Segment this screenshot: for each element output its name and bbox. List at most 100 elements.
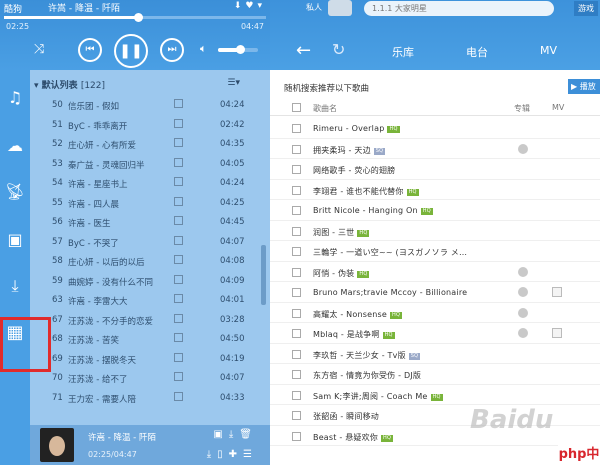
volume-slider[interactable] (218, 45, 258, 54)
song-checkbox[interactable] (292, 349, 301, 359)
album-disc-icon[interactable] (518, 307, 528, 318)
song-checkbox[interactable] (292, 247, 301, 256)
search-input[interactable] (364, 1, 554, 16)
mv-icon[interactable] (174, 157, 183, 167)
song-checkbox[interactable] (292, 288, 301, 297)
song-row[interactable]: 润图 - 三世 HQ (270, 221, 600, 241)
song-checkbox[interactable] (292, 206, 301, 215)
music-note-icon[interactable]: ♫ (0, 88, 30, 107)
song-checkbox[interactable] (292, 124, 301, 133)
next-button[interactable]: ⏭ (160, 38, 184, 62)
user-label[interactable]: 私人 (306, 2, 322, 13)
pause-button[interactable]: ❚❚ (114, 34, 148, 68)
song-checkbox[interactable] (292, 411, 301, 420)
song-row[interactable]: 高耀太 - Nonsense HQ (270, 303, 600, 323)
song-row[interactable]: Sam K;李讲;周阅 - Coach Me HQ (270, 385, 600, 405)
song-row[interactable]: 网络歌手 - 荧心的翅膀 (270, 159, 600, 180)
album-art[interactable] (40, 428, 74, 462)
download-icon[interactable]: ⤓ (0, 276, 30, 296)
mv-icon[interactable] (174, 177, 183, 186)
mv-film-icon[interactable] (552, 328, 562, 338)
playlist-row[interactable]: 69 汪苏泷 - 摆脱冬天 04:19 (30, 349, 262, 369)
playlist-row[interactable]: 53 秦广益 - 灵魂回归半 04:05 (30, 154, 262, 174)
song-checkbox[interactable] (292, 329, 301, 338)
song-row[interactable]: 李翊君 - 谁也不能代替你 HQ (270, 180, 600, 200)
select-all-checkbox[interactable] (292, 103, 301, 112)
disc-icon[interactable]: ▣ (0, 230, 30, 249)
playlist-row[interactable]: 58 庄心妍 - 以后的以后 04:08 (30, 251, 262, 271)
game-button[interactable]: 游戏 (574, 1, 598, 16)
playlist-row[interactable]: 57 ByC - 不哭了 04:07 (30, 232, 262, 252)
song-checkbox[interactable] (292, 267, 301, 277)
mv-icon[interactable] (174, 216, 183, 225)
user-avatar[interactable] (328, 0, 352, 16)
song-row[interactable]: Mblaq - 是战争啊 HQ (270, 323, 600, 344)
shuffle-icon[interactable]: ⤨ (34, 42, 44, 57)
song-row[interactable]: Bruno Mars;travie Mccoy - Billionaire (270, 282, 600, 303)
radio-icon[interactable]: 📡︎ (0, 182, 30, 201)
tab-library[interactable]: 乐库 (392, 44, 414, 60)
mv-icon[interactable] (174, 352, 183, 362)
mv-icon[interactable] (174, 274, 183, 284)
progress-knob[interactable] (133, 13, 143, 22)
mv-icon[interactable] (174, 138, 183, 147)
playlist-scrollbar[interactable] (261, 245, 266, 305)
playlist-row[interactable]: 68 汪苏泷 - 苦笑 04:50 (30, 329, 262, 349)
cloud-icon[interactable]: ☁ (0, 136, 30, 155)
album-disc-icon[interactable] (518, 266, 528, 277)
playlist-row[interactable]: 67 汪苏泷 - 不分手的恋爱 03:28 (30, 310, 262, 330)
song-checkbox[interactable] (292, 144, 301, 154)
now-playing-actions-icon[interactable]: ▣⤓🗑︎ (213, 429, 258, 440)
window-controls[interactable]: ⬇♥▾ (234, 1, 266, 11)
playlist-row[interactable]: 59 曲婉婷 - 没有什么不同 04:09 (30, 271, 262, 291)
refresh-icon[interactable]: ↻ (332, 40, 345, 59)
mv-icon[interactable] (174, 333, 183, 342)
progress-bar[interactable] (4, 13, 266, 22)
playlist-row[interactable]: 51 ByC - 乖乖离开 02:42 (30, 115, 262, 135)
volume-knob[interactable] (236, 45, 245, 54)
tab-radio[interactable]: 电台 (466, 44, 488, 60)
song-row[interactable]: 东方宿 - 情竟为你受伤 - DJ版 (270, 364, 600, 385)
playlist-row[interactable]: 52 庄心妍 - 心有所爱 04:35 (30, 134, 262, 154)
playlist-menu-icon[interactable]: ☰▾ (227, 78, 240, 88)
play-all-button[interactable]: ▶ 播放 (568, 79, 600, 94)
playlist-header[interactable]: ▾ 默认列表 [122] ☰▾ (30, 76, 270, 92)
playlist-row[interactable]: 54 许嵩 - 星座书上 04:24 (30, 173, 262, 193)
album-disc-icon[interactable] (518, 143, 528, 154)
playlist-row[interactable]: 70 汪苏泷 - 给不了 04:07 (30, 368, 262, 388)
mv-icon[interactable] (174, 118, 183, 128)
back-arrow-icon[interactable]: ← (296, 40, 311, 61)
playlist-row[interactable]: 55 许嵩 - 四人晨 04:25 (30, 193, 262, 213)
mv-icon[interactable] (174, 313, 183, 323)
playlist-row[interactable]: 56 许嵩 - 医生 04:45 (30, 212, 262, 232)
song-checkbox[interactable] (292, 431, 301, 441)
album-disc-icon[interactable] (518, 287, 528, 297)
song-row[interactable]: 三輪学 - 一道い空~~ (ヨスガノソラ メ… (270, 241, 600, 262)
song-checkbox[interactable] (292, 370, 301, 379)
mv-icon[interactable] (174, 255, 183, 264)
mv-icon[interactable] (174, 391, 183, 401)
mv-icon[interactable] (174, 372, 183, 381)
mv-icon[interactable] (174, 235, 183, 245)
song-row[interactable]: Britt Nicole - Hanging On HQ (270, 200, 600, 221)
album-disc-icon[interactable] (518, 328, 528, 338)
song-checkbox[interactable] (292, 185, 301, 195)
tab-mv[interactable]: MV (540, 44, 557, 57)
mv-icon[interactable] (174, 294, 183, 303)
song-row[interactable]: 拥夹柔玛 - 天边 SQ (270, 139, 600, 159)
song-checkbox[interactable] (292, 165, 301, 174)
song-row[interactable]: Rimeru - Overlap HQ (270, 118, 600, 139)
song-checkbox[interactable] (292, 390, 301, 400)
mv-film-icon[interactable] (552, 287, 562, 297)
now-playing-tools-icon[interactable]: ⤓▯✚☰ (207, 449, 258, 460)
song-checkbox[interactable] (292, 308, 301, 318)
song-checkbox[interactable] (292, 226, 301, 236)
playlist-row[interactable]: 63 许嵩 - 李雷大大 04:01 (30, 290, 262, 310)
song-row[interactable]: 李玖哲 - 天兰少女 - Tv版 SQ (270, 344, 600, 364)
mv-icon[interactable] (174, 196, 183, 206)
playlist-row[interactable]: 71 王力宏 - 需要人陪 04:33 (30, 388, 262, 408)
volume-icon[interactable]: 🔈︎ (200, 42, 207, 56)
song-row[interactable]: 阿悄 - 伪装 HQ (270, 262, 600, 282)
previous-button[interactable]: ⏮ (78, 38, 102, 62)
mv-icon[interactable] (174, 99, 183, 108)
